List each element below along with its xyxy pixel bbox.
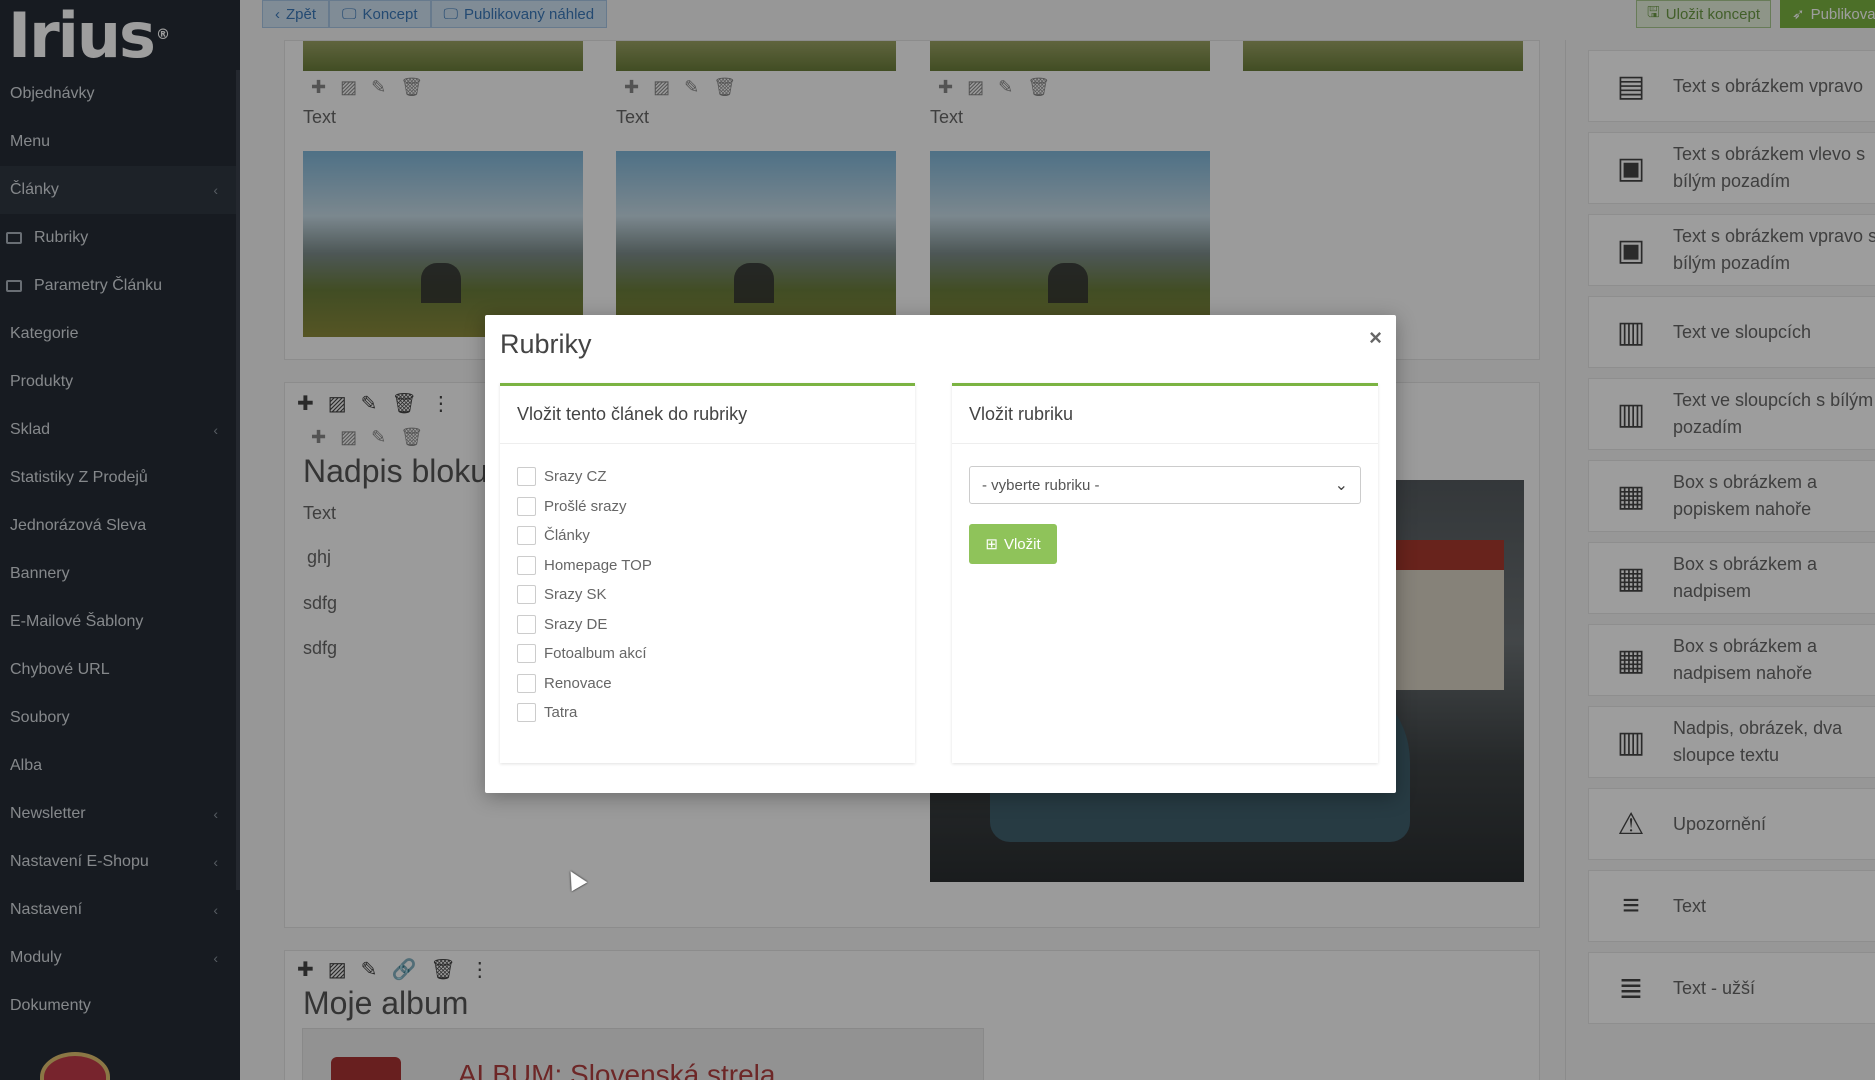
checkbox-label: Články: [544, 527, 590, 545]
checkbox-label: Fotoalbum akcí: [544, 645, 647, 663]
checkbox[interactable]: [517, 644, 536, 664]
category-checkbox-row[interactable]: Prošlé srazy: [517, 492, 898, 522]
category-checkbox-row[interactable]: Tatra: [517, 698, 898, 728]
category-checkbox-row[interactable]: Srazy CZ: [517, 462, 898, 492]
category-checklist: Srazy CZ Prošlé srazy Články Homepage TOP Sr…: [500, 444, 915, 728]
checkbox-label: Srazy CZ: [544, 468, 607, 486]
close-icon[interactable]: ×: [1369, 325, 1382, 351]
box-heading: Vložit rubriku: [952, 386, 1378, 444]
insert-button[interactable]: ⊞ Vložit: [969, 524, 1057, 564]
checkbox[interactable]: [517, 614, 536, 634]
checkbox[interactable]: [517, 467, 536, 487]
checkbox[interactable]: [517, 585, 536, 605]
checkbox-label: Tatra: [544, 704, 578, 722]
box-heading: Vložit tento článek do rubriky: [500, 386, 915, 444]
checkbox-label: Renovace: [544, 674, 612, 692]
category-checkbox-row[interactable]: Srazy SK: [517, 580, 898, 610]
category-select[interactable]: - vyberte rubriku - ⌄: [969, 466, 1361, 504]
checkbox-label: Homepage TOP: [544, 556, 652, 574]
checkbox[interactable]: [517, 496, 536, 516]
category-checkbox-row[interactable]: Renovace: [517, 669, 898, 699]
checkbox[interactable]: [517, 526, 536, 546]
category-checkbox-row[interactable]: Články: [517, 521, 898, 551]
checkbox-label: Prošlé srazy: [544, 497, 627, 515]
category-checkbox-row[interactable]: Homepage TOP: [517, 551, 898, 581]
checkbox-label: Srazy SK: [544, 586, 607, 604]
checkbox[interactable]: [517, 555, 536, 575]
category-checkbox-row[interactable]: Srazy DE: [517, 610, 898, 640]
checkbox[interactable]: [517, 673, 536, 693]
rubriky-modal: Rubriky × Vložit tento článek do rubriky…: [485, 315, 1396, 793]
checkbox-label: Srazy DE: [544, 615, 608, 633]
checkbox[interactable]: [517, 703, 536, 723]
article-categories-box: Vložit tento článek do rubriky Srazy CZ P…: [500, 383, 915, 763]
category-checkbox-row[interactable]: Fotoalbum akcí: [517, 639, 898, 669]
chevron-down-icon: ⌄: [1334, 477, 1348, 494]
plus-square-icon: ⊞: [985, 536, 998, 553]
insert-category-box: Vložit rubriku - vyberte rubriku - ⌄ ⊞ V…: [952, 383, 1378, 763]
modal-title: Rubriky: [500, 329, 592, 359]
